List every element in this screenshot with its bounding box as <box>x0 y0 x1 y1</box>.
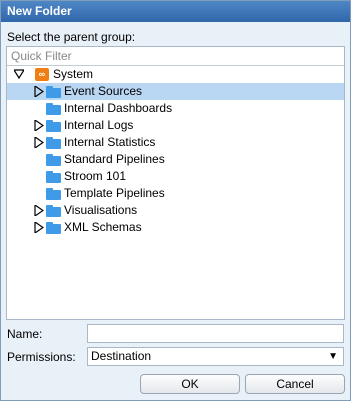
new-folder-dialog: New Folder Select the parent group: ∞ Sy… <box>0 0 351 401</box>
tree-item-label: Event Sources <box>64 84 143 98</box>
cancel-button[interactable]: Cancel <box>245 374 345 394</box>
stroom-logo-icon: ∞ <box>35 68 49 81</box>
tree-item-system[interactable]: ∞ System <box>7 66 344 83</box>
folder-icon <box>46 154 61 166</box>
parent-group-prompt: Select the parent group: <box>7 30 136 44</box>
folder-icon <box>46 86 61 98</box>
expand-triangle-icon[interactable] <box>34 137 44 148</box>
dropdown-arrow-icon: ▼ <box>328 351 338 362</box>
tree-item-label: Internal Statistics <box>64 135 156 149</box>
folder-icon <box>46 205 61 217</box>
tree-item-event-sources[interactable]: Event Sources <box>7 83 344 100</box>
permissions-value: Destination <box>91 349 152 363</box>
tree-item-label: XML Schemas <box>64 220 142 234</box>
tree-item-internal-statistics[interactable]: Internal Statistics <box>7 134 344 151</box>
expand-triangle-icon[interactable] <box>34 120 44 131</box>
tree-item-label: Stroom 101 <box>64 169 127 183</box>
folder-icon <box>46 137 61 149</box>
expand-triangle-icon[interactable] <box>34 86 44 97</box>
tree-item-label: Template Pipelines <box>64 186 165 200</box>
permissions-select[interactable]: Destination ▼ <box>87 347 344 366</box>
expand-triangle-icon[interactable] <box>34 222 44 233</box>
tree-item-visualisations[interactable]: Visualisations <box>7 202 344 219</box>
quick-filter-input[interactable] <box>7 47 344 66</box>
name-label: Name: <box>7 327 43 341</box>
tree-item-label: Internal Dashboards <box>64 101 173 115</box>
folder-icon <box>46 222 61 234</box>
folder-icon <box>46 171 61 183</box>
explorer-tree-panel: ∞ System Event Sources Internal Dashboard… <box>6 46 345 320</box>
expand-triangle-icon[interactable] <box>34 205 44 216</box>
tree-item-stroom-101[interactable]: Stroom 101 <box>7 168 344 185</box>
tree-item-standard-pipelines[interactable]: Standard Pipelines <box>7 151 344 168</box>
permissions-label: Permissions: <box>7 350 76 364</box>
tree-item-internal-logs[interactable]: Internal Logs <box>7 117 344 134</box>
dialog-title[interactable]: New Folder <box>1 1 350 22</box>
name-input[interactable] <box>87 324 344 343</box>
collapse-triangle-icon[interactable] <box>14 69 24 80</box>
ok-button[interactable]: OK <box>140 374 240 394</box>
tree-item-internal-dashboards[interactable]: Internal Dashboards <box>7 100 344 117</box>
folder-icon <box>46 120 61 132</box>
folder-icon <box>46 103 61 115</box>
tree-item-label: Visualisations <box>64 203 138 217</box>
tree-item-template-pipelines[interactable]: Template Pipelines <box>7 185 344 202</box>
folder-icon <box>46 188 61 200</box>
tree-item-xml-schemas[interactable]: XML Schemas <box>7 219 344 236</box>
tree-item-label: System <box>53 67 94 81</box>
tree-item-label: Internal Logs <box>64 118 134 132</box>
tree-item-label: Standard Pipelines <box>64 152 165 166</box>
